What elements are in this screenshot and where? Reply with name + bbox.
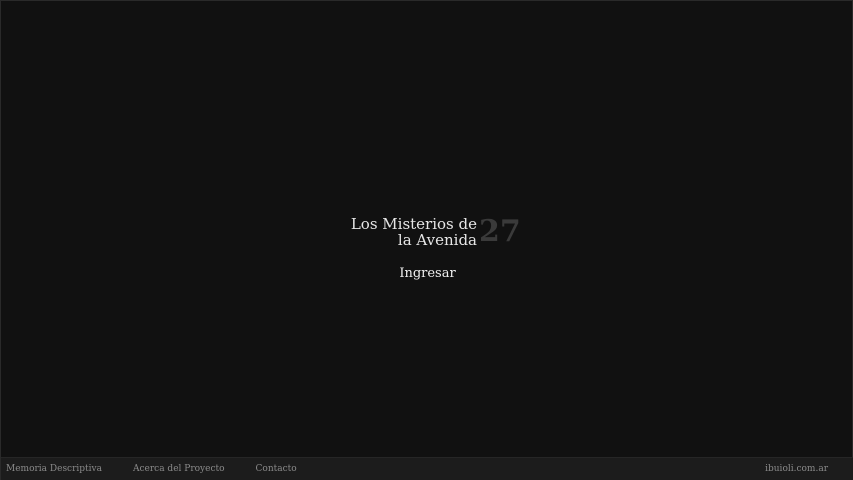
intro-block: Los Misterios de la Avenida 27 Ingresar <box>1 213 853 293</box>
footer-link-contacto[interactable]: Contacto <box>256 462 297 476</box>
logo-number: 27 <box>479 214 521 249</box>
footer-link-acerca-del-proyecto[interactable]: Acerca del Proyecto <box>133 462 225 476</box>
site-logo: Los Misterios de la Avenida 27 <box>347 213 527 253</box>
footer-bar: Memoria Descriptiva Acerca del Proyecto … <box>1 457 853 480</box>
enter-link-label[interactable]: Ingresar <box>399 266 455 281</box>
footer-link-memoria-descriptiva[interactable]: Memoria Descriptiva <box>6 462 102 476</box>
footer-nav: Memoria Descriptiva Acerca del Proyecto … <box>6 462 297 476</box>
page-background: Los Misterios de la Avenida 27 Ingresar … <box>0 0 853 480</box>
logo-title-line2: la Avenida <box>397 231 477 249</box>
enter-link[interactable]: Ingresar <box>1 266 853 281</box>
logo-title-line1: Los Misterios de <box>350 215 477 233</box>
footer-credit-link[interactable]: ibuioli.com.ar <box>765 462 828 476</box>
